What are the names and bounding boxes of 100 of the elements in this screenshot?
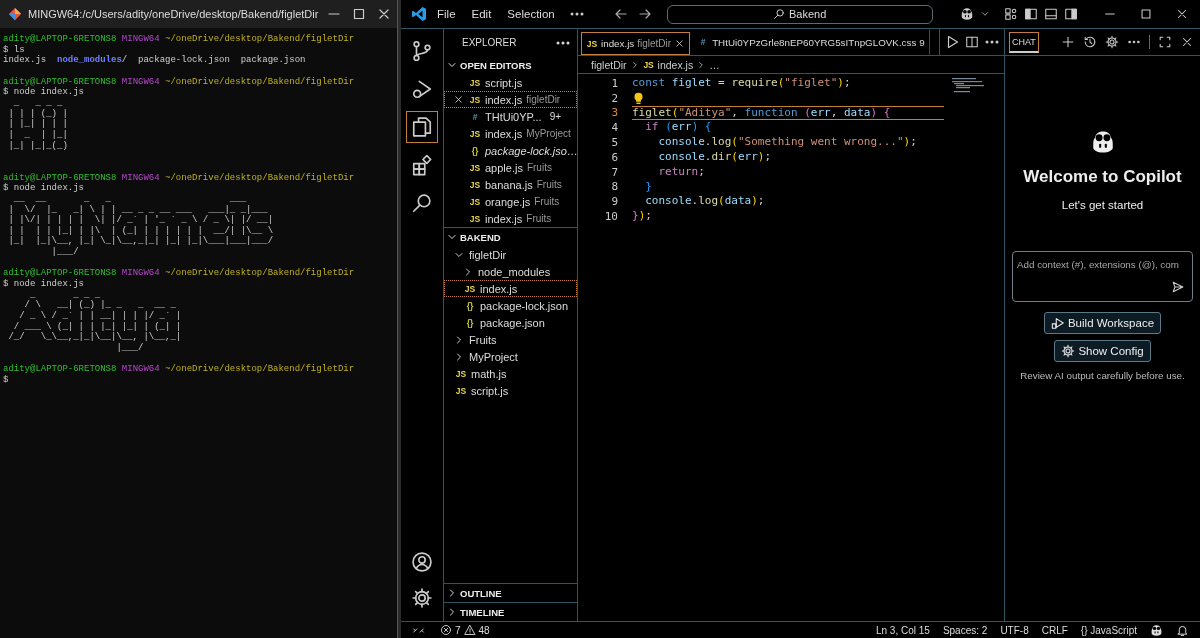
file-type-icon: {} [464,300,476,311]
tree-row[interactable]: JS script.js [444,382,577,399]
line-number: 3 [610,106,619,120]
logo-icon[interactable] [411,6,427,22]
tree-folder[interactable]: figletDir [444,246,577,263]
status-item[interactable]: Ln 3, Col 15 [870,624,935,636]
section-header[interactable]: OUTLINE [444,583,577,602]
open-editor-item[interactable]: {} package-lock.jso… [444,142,577,159]
open-editor-item[interactable]: JS banana.js Fruits [444,176,577,193]
code-line: console.log("Something went wrong..."); [657,135,917,150]
code-line: } [644,179,652,195]
line-number: 6 [610,150,619,164]
activity-button[interactable] [406,111,438,143]
plus-icon[interactable] [1061,35,1075,49]
tree-row[interactable]: {} package.json [444,314,577,331]
file-type-icon: JS [469,128,481,139]
fullscreen-icon[interactable] [1158,35,1172,49]
tree-folder[interactable]: node_modules [444,263,577,280]
code-line: console.dir(err); [657,150,772,165]
section-header[interactable]: OPEN EDITORS [444,56,577,74]
line-number: 4 [610,121,619,135]
code-line: if (err) { [644,120,712,136]
file-type-icon: JS [469,77,481,88]
line-number: 7 [610,165,619,179]
section-header[interactable]: BAKEND [444,227,577,246]
open-editor-item[interactable]: JS orange.js Fruits [444,193,577,210]
ascii-art: __ __ _ _ ___ | \/ |_ _| \ | | __ _ _ __ ___ ___|_ _|___ | |\/| | | | | \| |/ _` | '_ ` _ \ / _ \| |/ __| | | | | |_| | |\ | (_| | | | | | | __/| |\__ \ |_| |_|\__, |_| \_|\__,_|_| |_| |_|\___|___|___/ |___/ [7,193,275,258]
settings-icon[interactable] [1105,35,1119,49]
file-type-icon: JS [469,162,481,173]
prompt-line: adity@LAPTOP-6RETONS8 MINGW64 ~/oneDrive/desktop/Bakend/figletDir [3,268,356,279]
close-icon[interactable] [1175,7,1189,21]
status-item[interactable]: CRLF [1036,624,1073,636]
build-workspace-button[interactable]: Build Workspace [1043,312,1162,334]
sidebar-right-icon[interactable] [1064,7,1078,21]
status-item[interactable]: Spaces: 2 [937,624,993,636]
welcome-subtitle: Let's get started [1061,199,1144,211]
tree-row[interactable]: {} package-lock.json [444,297,577,314]
command-line: $ node index.js [3,87,85,98]
file-name: package-lock.jso… [485,144,578,157]
section-header[interactable]: TIMELINE [444,602,577,621]
tree-folder[interactable]: MyProject [444,348,577,365]
line-number: 5 [610,136,619,150]
sidebar-left-icon[interactable] [1024,7,1038,21]
close-icon[interactable] [674,38,686,49]
code-line: }); [632,209,652,224]
open-editor-item[interactable]: JS index.js figletDir [444,91,577,108]
send-icon[interactable] [1171,280,1185,294]
editor-tab[interactable]: JS index.js figletDir [581,32,691,55]
open-editor-item[interactable]: JS script.js [444,74,577,91]
welcome-title: Welcome to Copilot [1023,167,1182,187]
prompt-line: adity@LAPTOP-6RETONS8 MINGW64 ~/oneDrive/desktop/Bakend/figletDir [3,34,356,45]
tree-row[interactable]: JS index.js [444,280,577,297]
breadcrumb-item[interactable]: figletDir [591,58,627,71]
line-number: 9 [610,195,619,209]
line-number: 10 [603,210,619,224]
split-icon[interactable] [965,35,979,49]
chat-input[interactable]: Add context (#), extensions (@), com [1012,251,1193,302]
caret-icon [980,9,990,19]
settings-icon[interactable] [411,587,433,609]
file-name: package-lock.json [480,299,569,312]
close-icon[interactable] [1180,35,1194,49]
line-number: 2 [610,91,619,105]
folder-name: node_modules [478,265,551,278]
menu-item[interactable]: Edit [465,6,498,22]
account-icon[interactable] [411,551,433,573]
menu-item[interactable]: File [431,6,462,22]
language-status[interactable]: {} JavaScript [1075,624,1142,636]
file-type-icon: JS [455,385,467,396]
open-editor-item[interactable]: JS index.js Fruits [444,210,577,227]
chat-tab[interactable]: CHAT [1009,31,1039,53]
disclaimer-text: Review AI output carefully before use. [1020,370,1185,381]
maximize-icon[interactable] [1139,7,1153,21]
robot-icon [960,7,974,21]
tree-folder[interactable]: Fruits [444,331,577,348]
command-line: $ node index.js [3,183,85,194]
breadcrumb-item[interactable]: … [709,58,720,71]
open-editor-item[interactable]: JS index.js MyProject [444,125,577,142]
play-file-icon [1050,316,1065,330]
bell-icon[interactable] [1176,623,1189,637]
layout-icon[interactable] [1004,7,1018,21]
problems-status[interactable]: 7 48 [435,624,495,636]
show-config-button[interactable]: Show Config [1054,340,1151,362]
folder-hint: Fruits [526,213,552,224]
code-line: figlet("Aditya", function (err, data) { [632,105,944,121]
breadcrumb-item[interactable]: JS index.js [642,58,694,71]
panel-icon[interactable] [1044,7,1058,21]
tree-row[interactable]: JS math.js [444,365,577,382]
menu-item[interactable]: Selection [501,6,561,22]
problem-count: 9+ [549,111,562,122]
close-icon[interactable] [452,94,464,105]
command-center[interactable]: Bakend [666,4,933,24]
status-item[interactable]: UTF-8 [995,624,1034,636]
command-line: $ [3,375,10,386]
editor-tab[interactable]: # THtUi0YPzGrle8nEP60YRG5sITnpGLOVK.css 9 [692,29,930,55]
warning-icon [463,624,476,636]
history-icon[interactable] [1083,35,1097,49]
diamond-icon [8,7,22,21]
file-type-icon: JS [469,196,481,207]
open-editor-item[interactable]: # THtUi0YP... 9+ [444,108,577,125]
open-editor-item[interactable]: JS apple.js Fruits [444,159,577,176]
